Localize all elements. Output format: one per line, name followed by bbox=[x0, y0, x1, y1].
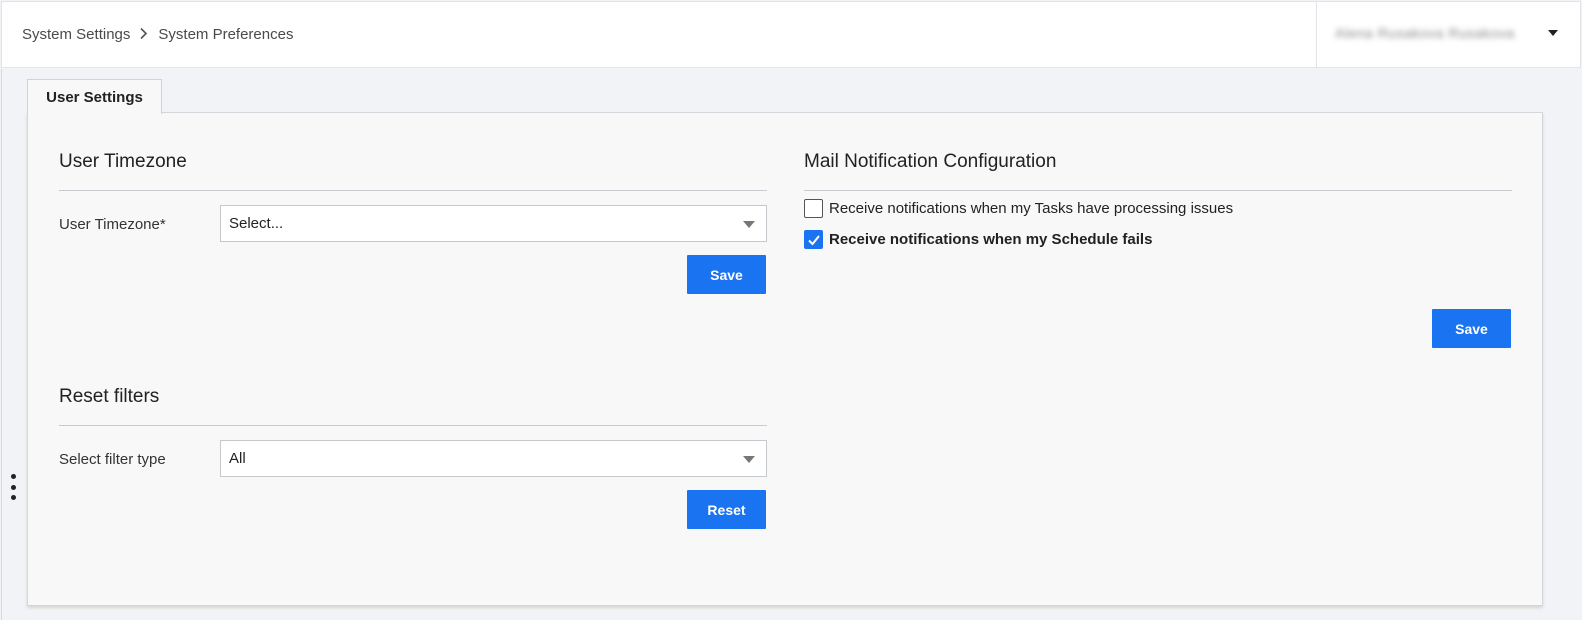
tasks-notification-checkbox[interactable] bbox=[804, 199, 823, 218]
chevron-right-icon bbox=[139, 27, 148, 43]
timezone-save-button[interactable]: Save bbox=[687, 255, 766, 294]
filter-type-select[interactable]: All bbox=[220, 440, 767, 477]
user-menu[interactable]: Alena Rusakova Rusakova bbox=[1316, 2, 1580, 68]
timezone-field-label: User Timezone* bbox=[59, 216, 166, 233]
timezone-select[interactable]: Select... bbox=[220, 205, 767, 242]
tasks-notification-label[interactable]: Receive notifications when my Tasks have… bbox=[829, 200, 1233, 217]
schedule-notification-label[interactable]: Receive notifications when my Schedule f… bbox=[829, 231, 1152, 248]
dropdown-arrow-icon[interactable] bbox=[743, 221, 755, 228]
tasks-notification-option[interactable]: Receive notifications when my Tasks have… bbox=[804, 199, 1233, 218]
mail-divider bbox=[804, 190, 1512, 191]
caret-down-icon[interactable] bbox=[1548, 30, 1558, 36]
checkmark-icon bbox=[808, 235, 820, 246]
mail-section-title: Mail Notification Configuration bbox=[804, 151, 1057, 172]
filter-type-field-label: Select filter type bbox=[59, 451, 166, 468]
timezone-divider bbox=[59, 190, 767, 191]
top-bar: System Settings System Preferences Alena… bbox=[1, 1, 1581, 68]
dropdown-arrow-icon[interactable] bbox=[743, 456, 755, 463]
tab-user-settings[interactable]: User Settings bbox=[27, 79, 162, 114]
reset-filters-section-title: Reset filters bbox=[59, 386, 160, 407]
left-rail bbox=[1, 69, 2, 620]
timezone-section-title: User Timezone bbox=[59, 151, 187, 172]
reset-filters-button[interactable]: Reset bbox=[687, 490, 766, 529]
breadcrumb: System Settings System Preferences bbox=[22, 26, 293, 43]
breadcrumb-system-settings[interactable]: System Settings bbox=[22, 26, 130, 43]
reset-filters-divider bbox=[59, 425, 767, 426]
mail-save-button[interactable]: Save bbox=[1432, 309, 1511, 348]
more-vertical-icon[interactable] bbox=[9, 474, 17, 500]
breadcrumb-system-preferences: System Preferences bbox=[158, 26, 294, 43]
filter-type-select-value: All bbox=[229, 450, 246, 467]
schedule-notification-option[interactable]: Receive notifications when my Schedule f… bbox=[804, 230, 1152, 249]
schedule-notification-checkbox[interactable] bbox=[804, 230, 823, 249]
user-name[interactable]: Alena Rusakova Rusakova bbox=[1335, 25, 1515, 41]
timezone-select-value: Select... bbox=[229, 215, 284, 232]
settings-panel: User Timezone User Timezone* Select... S… bbox=[27, 112, 1543, 606]
